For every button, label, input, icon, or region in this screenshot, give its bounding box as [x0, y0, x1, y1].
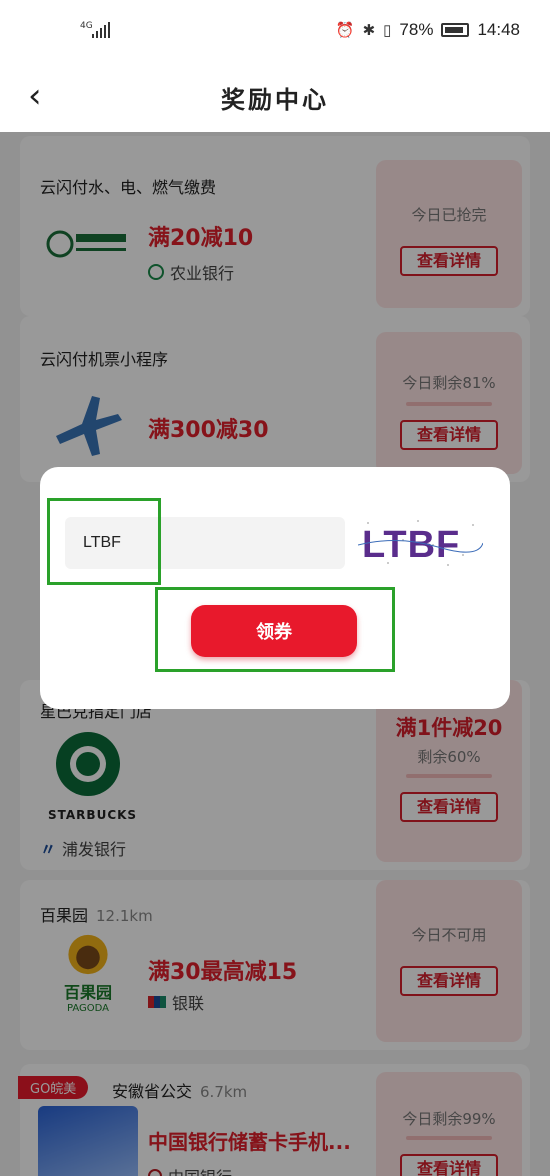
captcha-image[interactable]: LTBF: [357, 515, 484, 571]
captcha-text: LTBF: [362, 524, 460, 566]
app-header: ‹ 奖励中心: [0, 62, 550, 132]
signal-icon: [92, 22, 110, 38]
clock: 14:48: [477, 20, 520, 39]
battery-icon: [441, 23, 470, 37]
network-type: 4G: [80, 21, 93, 31]
status-bar: 4G ⏰ ✱ ▯ 78% 14:48: [0, 0, 550, 62]
vibrate-icon: ▯: [383, 22, 392, 39]
claim-coupon-button[interactable]: 领券: [191, 605, 357, 657]
captcha-input[interactable]: [65, 517, 345, 569]
captcha-dialog: LTBF 领券: [40, 467, 510, 709]
alarm-icon: ⏰: [335, 22, 355, 39]
battery-percent: 78%: [399, 20, 434, 39]
page-title: 奖励中心: [221, 86, 329, 114]
bluetooth-icon: ✱: [362, 22, 376, 39]
